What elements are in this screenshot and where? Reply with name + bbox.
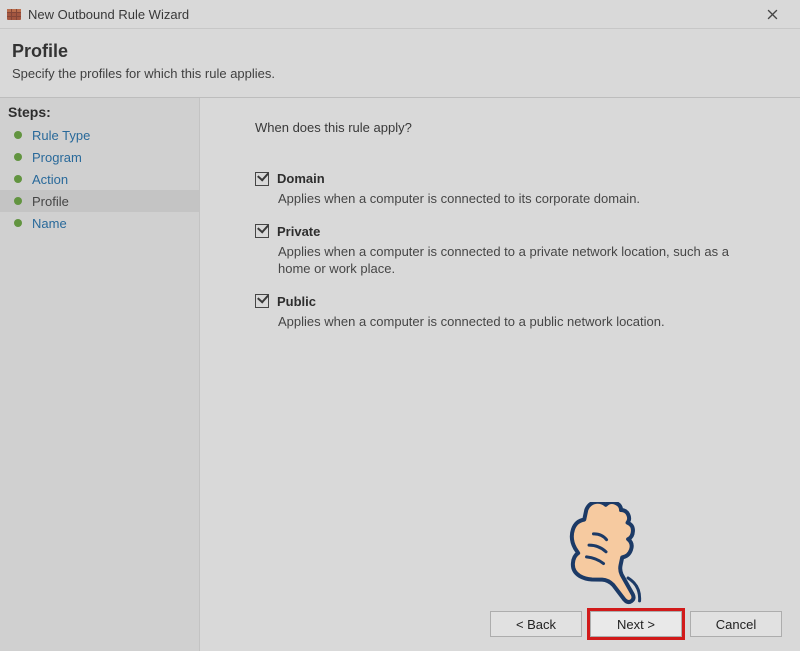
bullet-icon bbox=[14, 175, 22, 183]
wizard-body: Steps: Rule Type Program Action Profile … bbox=[0, 98, 800, 651]
bullet-icon bbox=[14, 219, 22, 227]
step-rule-type[interactable]: Rule Type bbox=[0, 124, 199, 146]
close-icon bbox=[767, 9, 778, 20]
page-subtitle: Specify the profiles for which this rule… bbox=[12, 66, 788, 81]
back-button[interactable]: < Back bbox=[490, 611, 582, 637]
option-desc: Applies when a computer is connected to … bbox=[278, 243, 748, 278]
option-desc: Applies when a computer is connected to … bbox=[278, 313, 748, 331]
steps-heading: Steps: bbox=[0, 98, 199, 124]
next-button[interactable]: Next > bbox=[590, 611, 682, 637]
firewall-icon bbox=[6, 6, 22, 22]
step-name[interactable]: Name bbox=[0, 212, 199, 234]
option-title: Domain bbox=[277, 171, 325, 186]
checkbox-domain[interactable] bbox=[255, 172, 269, 186]
panel-prompt: When does this rule apply? bbox=[255, 120, 770, 135]
option-title: Private bbox=[277, 224, 320, 239]
step-label: Rule Type bbox=[32, 128, 90, 143]
checkbox-public[interactable] bbox=[255, 294, 269, 308]
option-domain: Domain Applies when a computer is connec… bbox=[255, 171, 770, 208]
wizard-header: Profile Specify the profiles for which t… bbox=[0, 29, 800, 98]
titlebar: New Outbound Rule Wizard bbox=[0, 0, 800, 29]
step-label: Action bbox=[32, 172, 68, 187]
step-label: Name bbox=[32, 216, 67, 231]
step-profile[interactable]: Profile bbox=[0, 190, 199, 212]
bullet-icon bbox=[14, 131, 22, 139]
close-button[interactable] bbox=[752, 0, 792, 28]
button-label: Next > bbox=[617, 617, 655, 632]
page-title: Profile bbox=[12, 41, 788, 62]
step-action[interactable]: Action bbox=[0, 168, 199, 190]
option-private: Private Applies when a computer is conne… bbox=[255, 224, 770, 278]
bullet-icon bbox=[14, 197, 22, 205]
window-title: New Outbound Rule Wizard bbox=[28, 7, 752, 22]
steps-sidebar: Steps: Rule Type Program Action Profile … bbox=[0, 98, 200, 651]
option-title: Public bbox=[277, 294, 316, 309]
wizard-window: New Outbound Rule Wizard Profile Specify… bbox=[0, 0, 800, 651]
cancel-button[interactable]: Cancel bbox=[690, 611, 782, 637]
bullet-icon bbox=[14, 153, 22, 161]
step-program[interactable]: Program bbox=[0, 146, 199, 168]
button-label: Cancel bbox=[716, 617, 756, 632]
step-label: Profile bbox=[32, 194, 69, 209]
option-desc: Applies when a computer is connected to … bbox=[278, 190, 748, 208]
button-label: < Back bbox=[516, 617, 556, 632]
step-label: Program bbox=[32, 150, 82, 165]
option-public: Public Applies when a computer is connec… bbox=[255, 294, 770, 331]
wizard-footer: < Back Next > Cancel bbox=[490, 611, 782, 637]
profile-panel: When does this rule apply? Domain Applie… bbox=[200, 98, 800, 651]
checkbox-private[interactable] bbox=[255, 224, 269, 238]
